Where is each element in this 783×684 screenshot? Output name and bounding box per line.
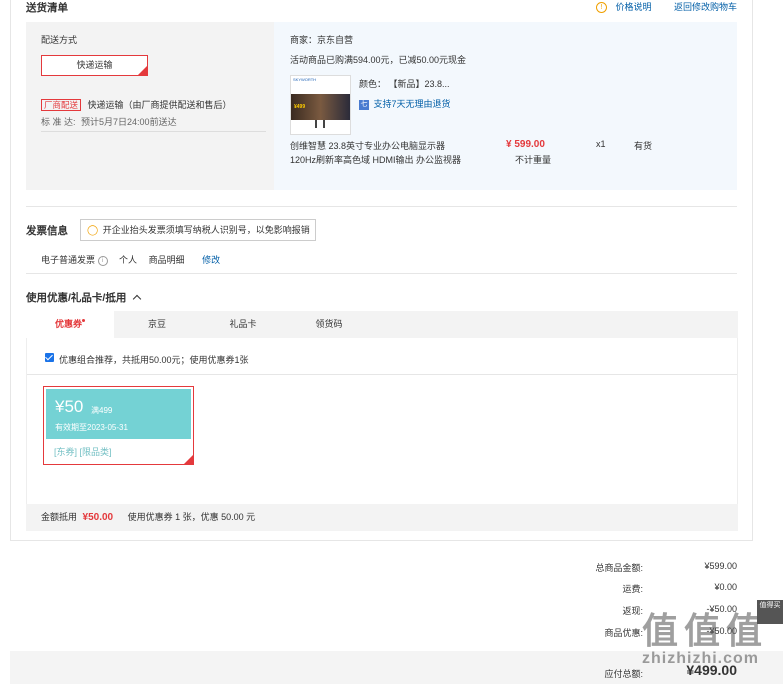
invoice-person: 个人 (119, 255, 138, 265)
total-label: 总商品金额: (595, 563, 643, 573)
coupon-card[interactable]: ¥50 满499 有效期至2023-05-31 [东券] [限品类] (43, 386, 194, 465)
footer-label: 金额抵用 (41, 512, 78, 522)
freight-label: 运费: (622, 584, 643, 594)
watermark-logo-2: 值 (684, 610, 721, 651)
divider (27, 374, 737, 375)
product-weight: 不计重量 (515, 155, 552, 165)
coupon-card-top: ¥50 满499 有效期至2023-05-31 (46, 389, 191, 439)
pay-label: 应付总额: (604, 669, 643, 679)
footer-amount: ¥50.00 (82, 512, 114, 523)
freight-value: ¥0.00 (714, 582, 737, 592)
product-thumbnail[interactable]: SKYWORTH ¥499 (290, 75, 351, 135)
tab-gift-card[interactable]: 礼品卡 (200, 311, 286, 338)
color-label: 颜色： (359, 79, 387, 89)
invoice-tip-text: 开企业抬头发票须填写纳税人识别号，以免影响报销 (102, 225, 310, 235)
watermark-side: 值得买 (757, 600, 783, 624)
recommend-text: 优惠组合推荐，共抵用50.00元；使用优惠券1张 (59, 355, 249, 365)
discount-footer: 金额抵用 ¥50.00 使用优惠券 1 张，优惠 50.00 元 (26, 504, 738, 531)
selected-corner-icon (184, 455, 193, 464)
seller-name: 商家：京东自营 (290, 35, 354, 45)
watermark: 值 值 值 zhizhizhi.com 值得买 (640, 600, 783, 684)
return-policy-row: 七 支持7天无理由退货 (359, 97, 451, 110)
recommend-checkbox[interactable] (45, 352, 54, 362)
shipping-desc-row: 厂商配送 快递运输（由厂商提供配送和售后） (41, 98, 232, 111)
product-name-line1[interactable]: 创维智慧 23.8英寸专业办公电脑显示器 (290, 139, 445, 152)
tab-coupon[interactable]: 优惠券 (26, 311, 114, 338)
discount-tabs: 优惠券 京豆 礼品卡 领货码 (26, 311, 738, 338)
price-note-label: 价格说明 (615, 2, 652, 12)
thumb-price: ¥499 (294, 104, 306, 110)
product-qty: x1 (596, 139, 606, 149)
color-row: 颜色： 【新品】23.8... (359, 77, 450, 90)
invoice-edit-link[interactable]: 修改 (202, 255, 220, 265)
watermark-site: zhizhizhi.com (642, 650, 759, 667)
lightbulb-icon: ◯ (87, 225, 99, 236)
footer-desc: 使用优惠券 1 张，优惠 50.00 元 (127, 512, 256, 522)
info-icon: ! (596, 2, 607, 14)
divider (41, 131, 266, 132)
divider (26, 206, 737, 207)
total-value: ¥599.00 (704, 561, 737, 571)
return-policy: 支持7天无理由退货 (373, 99, 451, 109)
standard-delivery-row: 标 准 达: 预计5月7日24:00前送达 (41, 115, 177, 128)
tab-redeem-code[interactable]: 领货码 (286, 311, 372, 338)
monitor-stand-icon (315, 120, 325, 128)
price-note-link[interactable]: ! 价格说明 (596, 0, 652, 14)
stock-status: 有货 (634, 141, 653, 151)
info-icon: i (97, 255, 108, 266)
invoice-detail: 商品明细 (148, 255, 185, 265)
shipping-label: 配送方式 (41, 35, 78, 45)
shipping-method-button[interactable]: 快递运输 (41, 55, 148, 76)
tab-coupon-label: 优惠券 (54, 319, 82, 329)
section-title-discount: 使用优惠/礼品卡/抵用 (26, 292, 127, 304)
product-price: ¥ 599.00 (506, 139, 545, 150)
color-value: 【新品】23.8... (388, 79, 450, 89)
promo-label: 商品优惠: (604, 628, 643, 638)
new-dot-icon (82, 319, 85, 322)
thumb-brand: SKYWORTH (293, 77, 317, 82)
section-title-invoice: 发票信息 (26, 225, 68, 237)
discount-toggle[interactable]: 使用优惠/礼品卡/抵用 (26, 290, 142, 305)
invoice-tip: ◯ 开企业抬头发票须填写纳税人识别号，以免影响报销 (80, 219, 316, 241)
tab-jingdou[interactable]: 京豆 (114, 311, 200, 338)
shipping-method-label: 快递运输 (76, 60, 113, 70)
divider (26, 273, 737, 274)
selected-corner-icon (138, 66, 147, 75)
chevron-up-icon (133, 294, 142, 304)
coupon-condition: 满499 (91, 406, 113, 415)
vendor-delivery-badge: 厂商配送 (41, 99, 82, 111)
coupon-tags: [东券] [限品类] (54, 447, 112, 457)
standard-value: 预计5月7日24:00前送达 (81, 117, 177, 127)
invoice-details-row: 电子普通发票 i 个人 商品明细 修改 (41, 253, 220, 266)
standard-label: 标 准 达: (41, 117, 76, 127)
coupon-amount: ¥50 (55, 397, 84, 416)
invoice-type: 电子普通发票 (41, 255, 96, 265)
watermark-logo: 值 (642, 610, 681, 651)
coupon-expiry: 有效期至2023-05-31 (55, 423, 128, 432)
return-icon: 七 (359, 99, 369, 110)
shipping-desc: 快递运输（由厂商提供配送和售后） (87, 100, 232, 110)
product-name-line2[interactable]: 120Hz刷新率高色域 HDMI输出 办公监视器 (290, 153, 461, 166)
promo-text: 活动商品已购满594.00元，已减50.00元现金 (290, 55, 467, 65)
back-to-cart-link[interactable]: 返回修改购物车 (674, 0, 737, 13)
section-title-delivery: 送货清单 (26, 2, 68, 14)
check-icon (45, 352, 53, 361)
